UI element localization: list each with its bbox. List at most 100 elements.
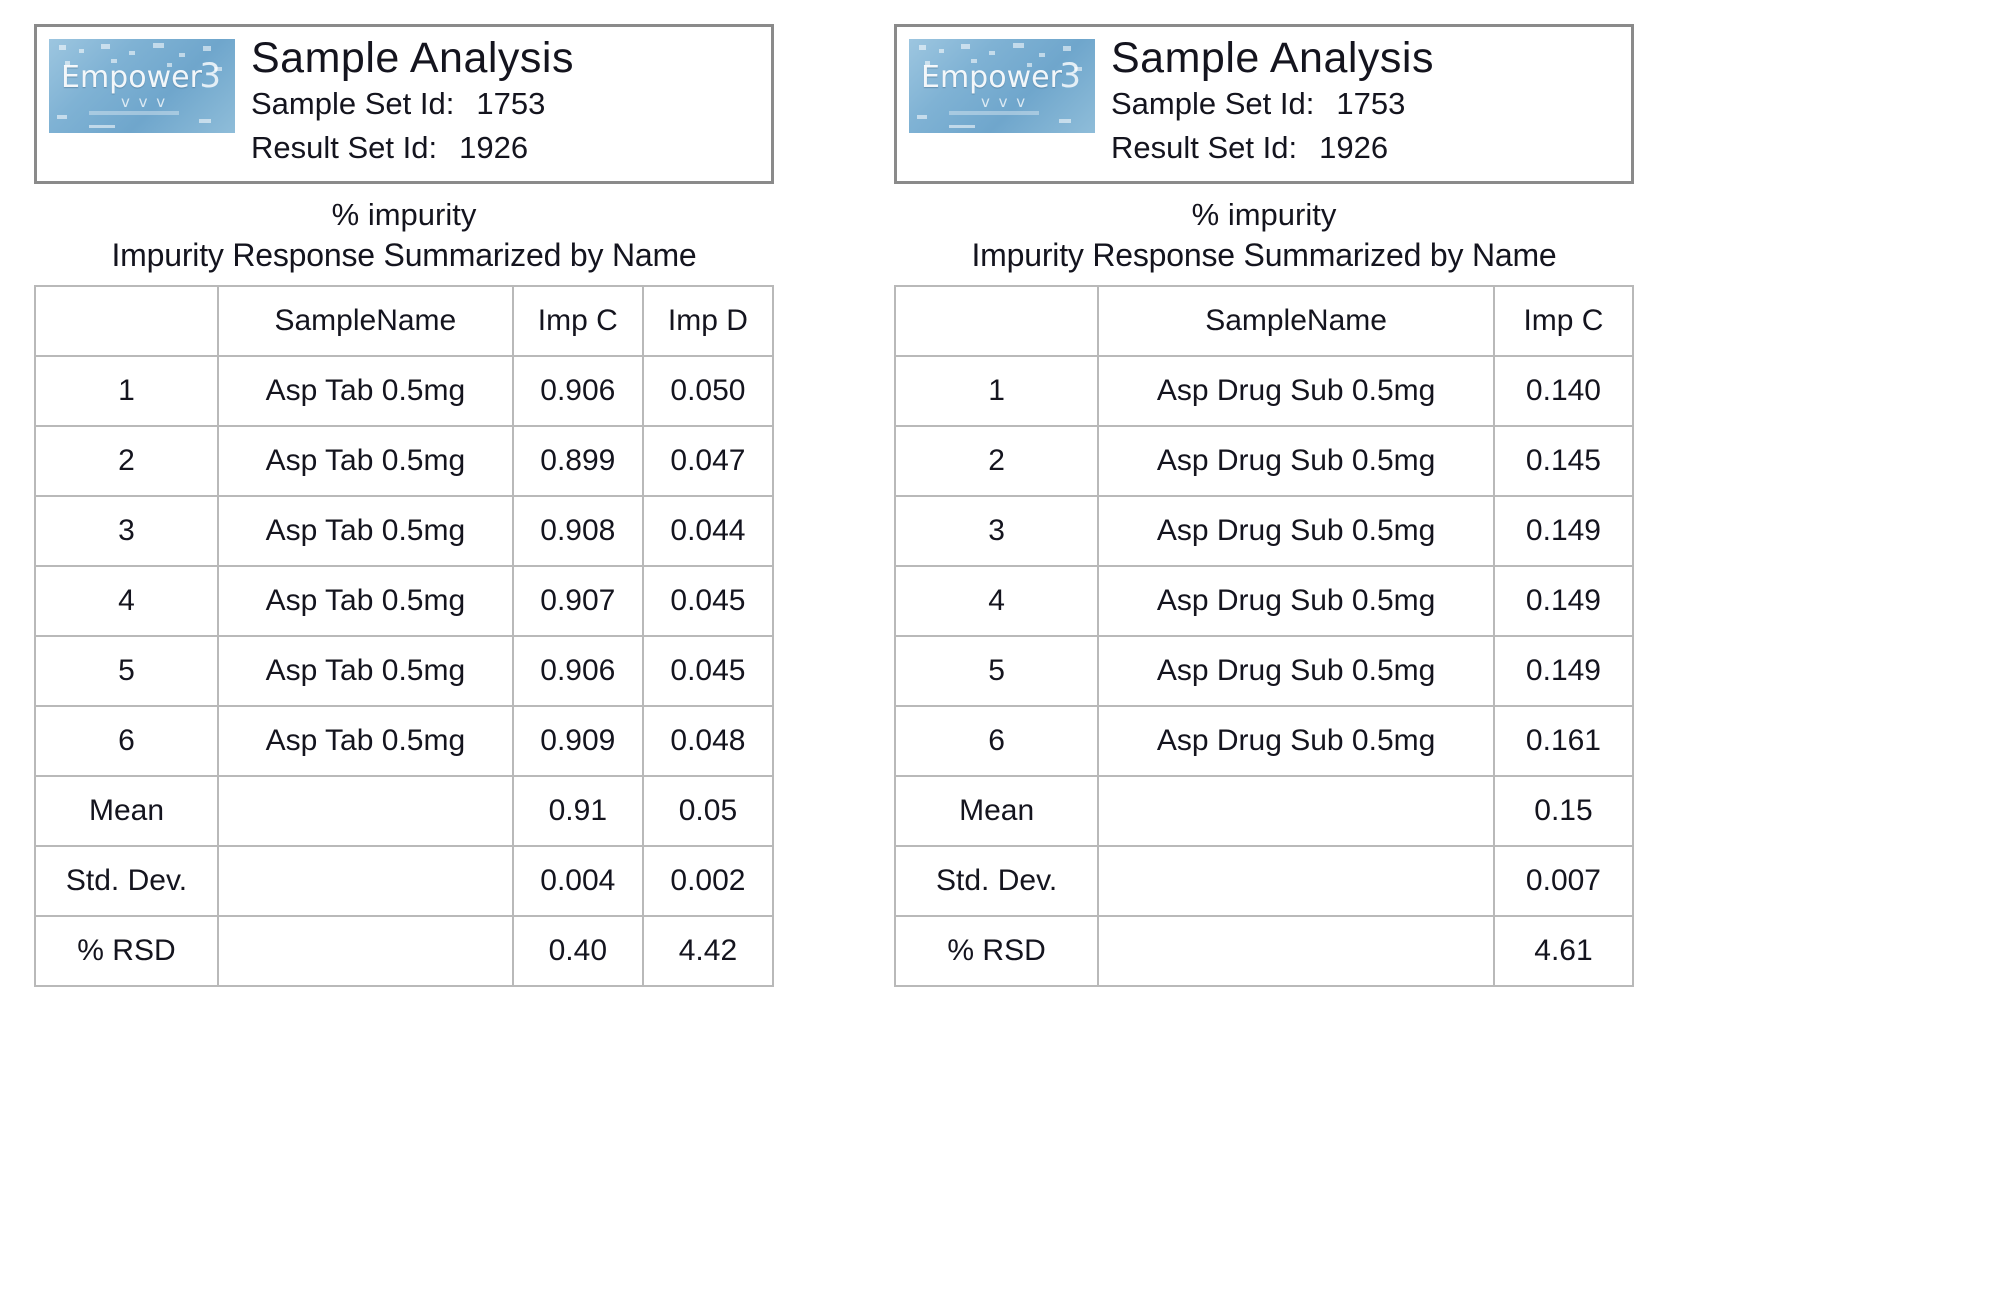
- report-subtitle-primary-right: % impurity: [1191, 197, 1337, 232]
- sample-set-id-line-left: Sample Set Id: 1753: [251, 83, 574, 125]
- cell-impc: 0.149: [1492, 494, 1635, 567]
- report-subtitle-secondary-right: Impurity Response Summarized by Name: [971, 236, 1557, 273]
- stat-label-mean: Mean: [893, 774, 1100, 847]
- table-stat-row-stddev: Std. Dev. 0.004 0.002: [34, 844, 775, 917]
- column-header-samplename-left: SampleName: [216, 284, 514, 357]
- cell-impd: 0.047: [641, 424, 775, 497]
- sample-set-id-label-right: Sample Set Id:: [1111, 85, 1315, 121]
- impurity-table-left: SampleName Imp C Imp D 1 Asp Tab 0.5mg 0…: [34, 284, 775, 987]
- stat-label-stddev: Std. Dev.: [893, 844, 1100, 917]
- column-header-impc-right: Imp C: [1492, 284, 1635, 357]
- report-panel-left: Empower 3 v v v Sample Analysis Sample S…: [34, 24, 775, 1307]
- logo-underline-bar: [89, 111, 179, 115]
- empower3-logo-right: Empower 3 v v v: [909, 39, 1095, 133]
- cell-index: 3: [34, 494, 219, 567]
- column-header-impc-left: Imp C: [511, 284, 644, 357]
- cell-impd: 0.045: [641, 634, 775, 707]
- table-header-row-left: SampleName Imp C Imp D: [34, 284, 775, 357]
- result-set-id-label-left: Result Set Id:: [251, 129, 438, 165]
- table-row: 4 Asp Tab 0.5mg 0.907 0.045: [34, 564, 775, 637]
- report-header-text-right: Sample Analysis Sample Set Id: 1753 Resul…: [1111, 34, 1434, 169]
- sample-set-id-line-right: Sample Set Id: 1753: [1111, 83, 1434, 125]
- cell-impc: 0.149: [1492, 564, 1635, 637]
- cell-index: 6: [893, 704, 1100, 777]
- cell-impc: 0.899: [511, 424, 644, 497]
- table-row: 3 Asp Tab 0.5mg 0.908 0.044: [34, 494, 775, 567]
- result-set-id-line-left: Result Set Id: 1926: [251, 127, 574, 169]
- impurity-table-right: SampleName Imp C 1 Asp Drug Sub 0.5mg 0.…: [893, 284, 1635, 987]
- table-row: 2 Asp Tab 0.5mg 0.899 0.047: [34, 424, 775, 497]
- stat-value-impd: 4.42: [641, 914, 775, 987]
- logo-underline-bar: [949, 111, 1039, 115]
- logo-subtext: v v v: [981, 93, 1028, 111]
- cell-impc: 0.906: [511, 354, 644, 427]
- stat-blank-cell: [1097, 914, 1495, 987]
- cell-index: 5: [34, 634, 219, 707]
- table-row: 1 Asp Drug Sub 0.5mg 0.140: [893, 354, 1635, 427]
- cell-impd: 0.048: [641, 704, 775, 777]
- cell-samplename: Asp Tab 0.5mg: [216, 564, 514, 637]
- result-set-id-label-right: Result Set Id:: [1111, 129, 1298, 165]
- logo-brand-text: Empower: [921, 60, 1062, 95]
- cell-impd: 0.050: [641, 354, 775, 427]
- table-row: 6 Asp Drug Sub 0.5mg 0.161: [893, 704, 1635, 777]
- cell-samplename: Asp Drug Sub 0.5mg: [1097, 424, 1495, 497]
- sample-set-id-value-left: 1753: [476, 85, 546, 121]
- stat-value-impc: 0.007: [1492, 844, 1635, 917]
- logo-version-text: 3: [199, 56, 221, 96]
- cell-index: 3: [893, 494, 1100, 567]
- cell-index: 1: [34, 354, 219, 427]
- cell-impd: 0.045: [641, 564, 775, 637]
- stat-blank-cell: [216, 844, 514, 917]
- cell-impc: 0.906: [511, 634, 644, 707]
- cell-index: 4: [34, 564, 219, 637]
- stat-label-stddev: Std. Dev.: [34, 844, 219, 917]
- cell-index: 6: [34, 704, 219, 777]
- cell-index: 5: [893, 634, 1100, 707]
- result-set-id-value-right: 1926: [1319, 129, 1389, 165]
- cell-samplename: Asp Drug Sub 0.5mg: [1097, 564, 1495, 637]
- report-subtitles-right: % impurity Impurity Response Summarized …: [894, 196, 1634, 275]
- column-header-index-left: [34, 284, 219, 357]
- result-set-id-value-left: 1926: [459, 129, 529, 165]
- cell-index: 4: [893, 564, 1100, 637]
- cell-impd: 0.044: [641, 494, 775, 567]
- table-row: 5 Asp Drug Sub 0.5mg 0.149: [893, 634, 1635, 707]
- logo-brand-text: Empower: [61, 60, 202, 95]
- cell-samplename: Asp Tab 0.5mg: [216, 494, 514, 567]
- cell-samplename: Asp Tab 0.5mg: [216, 354, 514, 427]
- report-page: Empower 3 v v v Sample Analysis Sample S…: [0, 0, 2000, 1307]
- column-header-index-right: [893, 284, 1100, 357]
- report-subtitle-primary-left: % impurity: [331, 197, 477, 232]
- report-header-banner-left: Empower 3 v v v Sample Analysis Sample S…: [34, 24, 774, 184]
- cell-index: 2: [34, 424, 219, 497]
- table-row: 3 Asp Drug Sub 0.5mg 0.149: [893, 494, 1635, 567]
- table-stat-row-stddev: Std. Dev. 0.007: [893, 844, 1635, 917]
- cell-index: 1: [893, 354, 1100, 427]
- empower3-logo-left: Empower 3 v v v: [49, 39, 235, 133]
- sample-set-id-value-right: 1753: [1336, 85, 1406, 121]
- report-panel-right: Empower 3 v v v Sample Analysis Sample S…: [893, 24, 1635, 1307]
- logo-subtext: v v v: [121, 93, 168, 111]
- stat-value-impc: 0.15: [1492, 774, 1635, 847]
- stat-blank-cell: [1097, 774, 1495, 847]
- cell-impc: 0.149: [1492, 634, 1635, 707]
- stat-value-impc: 0.40: [511, 914, 644, 987]
- table-row: 1 Asp Tab 0.5mg 0.906 0.050: [34, 354, 775, 427]
- stat-value-impc: 0.004: [511, 844, 644, 917]
- cell-impc: 0.145: [1492, 424, 1635, 497]
- stat-label-rsd: % RSD: [893, 914, 1100, 987]
- report-title-left: Sample Analysis: [251, 34, 574, 82]
- stat-value-impc: 0.91: [511, 774, 644, 847]
- cell-samplename: Asp Drug Sub 0.5mg: [1097, 634, 1495, 707]
- report-title-right: Sample Analysis: [1111, 34, 1434, 82]
- cell-impc: 0.140: [1492, 354, 1635, 427]
- table-stat-row-mean: Mean 0.91 0.05: [34, 774, 775, 847]
- stat-label-mean: Mean: [34, 774, 219, 847]
- report-header-text-left: Sample Analysis Sample Set Id: 1753 Resul…: [251, 34, 574, 169]
- table-row: 6 Asp Tab 0.5mg 0.909 0.048: [34, 704, 775, 777]
- column-header-impd-left: Imp D: [641, 284, 775, 357]
- column-header-samplename-right: SampleName: [1097, 284, 1495, 357]
- cell-samplename: Asp Tab 0.5mg: [216, 634, 514, 707]
- sample-set-id-label-left: Sample Set Id:: [251, 85, 455, 121]
